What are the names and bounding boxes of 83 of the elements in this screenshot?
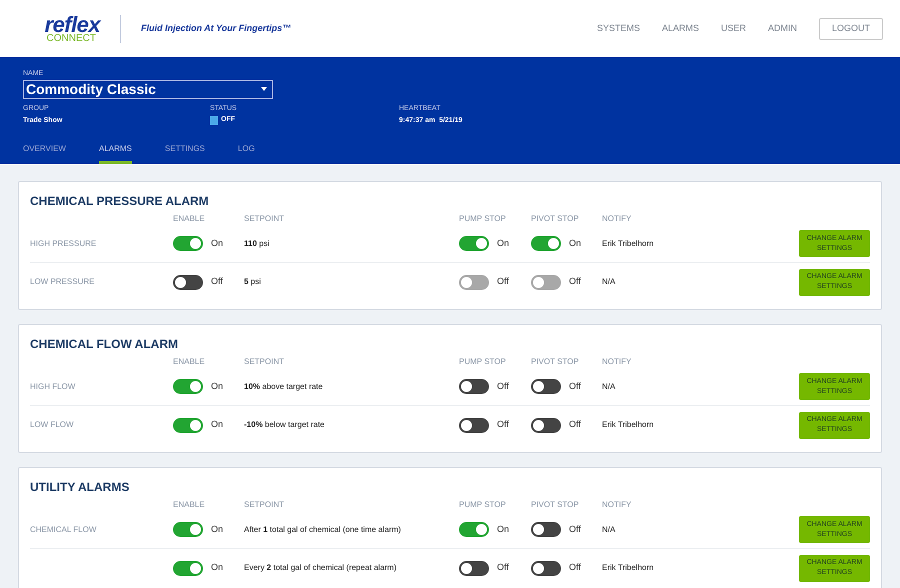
toggle-label: On (569, 236, 582, 250)
card-title: UTILITY ALARMS (30, 481, 130, 493)
toggle-label: On (211, 522, 224, 536)
caret-icon (261, 87, 267, 91)
toggle-switch[interactable] (173, 522, 203, 537)
column-header: PUMP STOP (459, 213, 507, 225)
logout-button[interactable]: LOGOUT (819, 18, 883, 40)
toggle-label: Off (211, 275, 223, 288)
toggle-switch[interactable] (459, 560, 489, 576)
toggle-switch[interactable] (173, 274, 203, 290)
toggle-switch[interactable] (173, 379, 203, 394)
notify-value: Erik Tribelhorn (602, 238, 655, 250)
toggle-switch[interactable] (173, 236, 203, 251)
alarm-label: HIGH FLOW (30, 380, 76, 392)
toggle-switch[interactable] (459, 379, 489, 394)
notify-value: N/A (602, 380, 616, 392)
toggle-switch[interactable] (531, 418, 561, 432)
toggle-switch[interactable] (173, 560, 203, 576)
tab[interactable]: ALARMS (98, 136, 132, 164)
tagline: Fluid Injection At Your Fingertips™ (141, 22, 292, 35)
name-dropdown[interactable]: Commodity Classic (23, 80, 273, 98)
toggle-label: Off (497, 418, 509, 432)
column-header: NOTIFY (602, 356, 632, 368)
toggle-label: Off (569, 522, 581, 536)
logo: reflex CONNECT (44, 14, 100, 44)
toggle-label: On (211, 418, 224, 432)
alarm-label: LOW FLOW (30, 419, 75, 431)
setpoint-value: 110 psi (244, 238, 270, 250)
toggle-label: Off (497, 275, 509, 288)
alarm-label: LOW PRESSURE (30, 276, 96, 288)
notify-value: N/A (602, 276, 616, 288)
toggle-label: On (497, 236, 510, 250)
notify-value: Erik Tribelhorn (602, 562, 655, 574)
toggle-label: Off (569, 380, 581, 393)
column-header: ENABLE (173, 213, 206, 225)
column-header: ENABLE (173, 499, 206, 511)
toggle-label: Off (569, 561, 581, 574)
toggle-label: Off (497, 380, 509, 393)
toggle-label: On (211, 561, 224, 574)
column-header: SETPOINT (244, 499, 286, 511)
toggle-label: On (497, 522, 510, 536)
toggle-switch[interactable] (173, 418, 203, 432)
toggle-label: Off (569, 418, 581, 432)
toggle-label: Off (569, 275, 581, 288)
column-header: SETPOINT (244, 213, 286, 225)
notify-value: N/A (602, 524, 616, 536)
column-header: NOTIFY (602, 499, 632, 511)
toggle-switch[interactable] (459, 236, 489, 251)
tab[interactable]: OVERVIEW (23, 136, 66, 164)
setpoint-value: 10% above target rate (244, 380, 324, 392)
toggle-label: On (211, 380, 224, 393)
toggle-switch[interactable] (459, 418, 489, 432)
column-header: NOTIFY (602, 213, 632, 225)
column-header: PIVOT STOP (531, 213, 580, 225)
setpoint-value: -10% below target rate (244, 419, 326, 431)
setpoint-value: After 1 total gal of chemical (one time alarm) (244, 524, 402, 536)
column-header: PUMP STOP (459, 356, 507, 368)
tab[interactable]: SETTINGS (164, 136, 205, 164)
nav-link[interactable]: ALARMS (662, 22, 699, 36)
toggle-switch[interactable] (531, 236, 561, 251)
toggle-switch[interactable] (531, 379, 561, 394)
alarm-label: CHEMICAL FLOW (30, 524, 98, 536)
alarm-label: HIGH PRESSURE (30, 238, 98, 250)
status-indicator (210, 116, 218, 125)
column-header: PIVOT STOP (531, 356, 580, 368)
card-title: CHEMICAL FLOW ALARM (30, 338, 179, 350)
notify-value: Erik Tribelhorn (602, 419, 655, 431)
toggle-label: Off (497, 561, 509, 574)
toggle-switch[interactable] (531, 560, 561, 576)
nav-link[interactable]: ADMIN (768, 22, 797, 36)
nav-link[interactable]: USER (720, 22, 746, 36)
column-header: ENABLE (173, 356, 206, 368)
column-header: SETPOINT (244, 356, 286, 368)
column-header: PIVOT STOP (531, 499, 580, 511)
toggle-switch[interactable] (531, 522, 561, 537)
column-header: PUMP STOP (459, 499, 507, 511)
setpoint-value: 5 psi (244, 276, 262, 288)
setpoint-value: Every 2 total gal of chemical (repeat alarm) (244, 562, 398, 574)
tab[interactable]: LOG (238, 136, 255, 164)
card-title: CHEMICAL PRESSURE ALARM (30, 195, 210, 207)
toggle-switch[interactable] (459, 522, 489, 537)
nav-link[interactable]: SYSTEMS (596, 22, 640, 36)
toggle-label: On (211, 236, 224, 250)
